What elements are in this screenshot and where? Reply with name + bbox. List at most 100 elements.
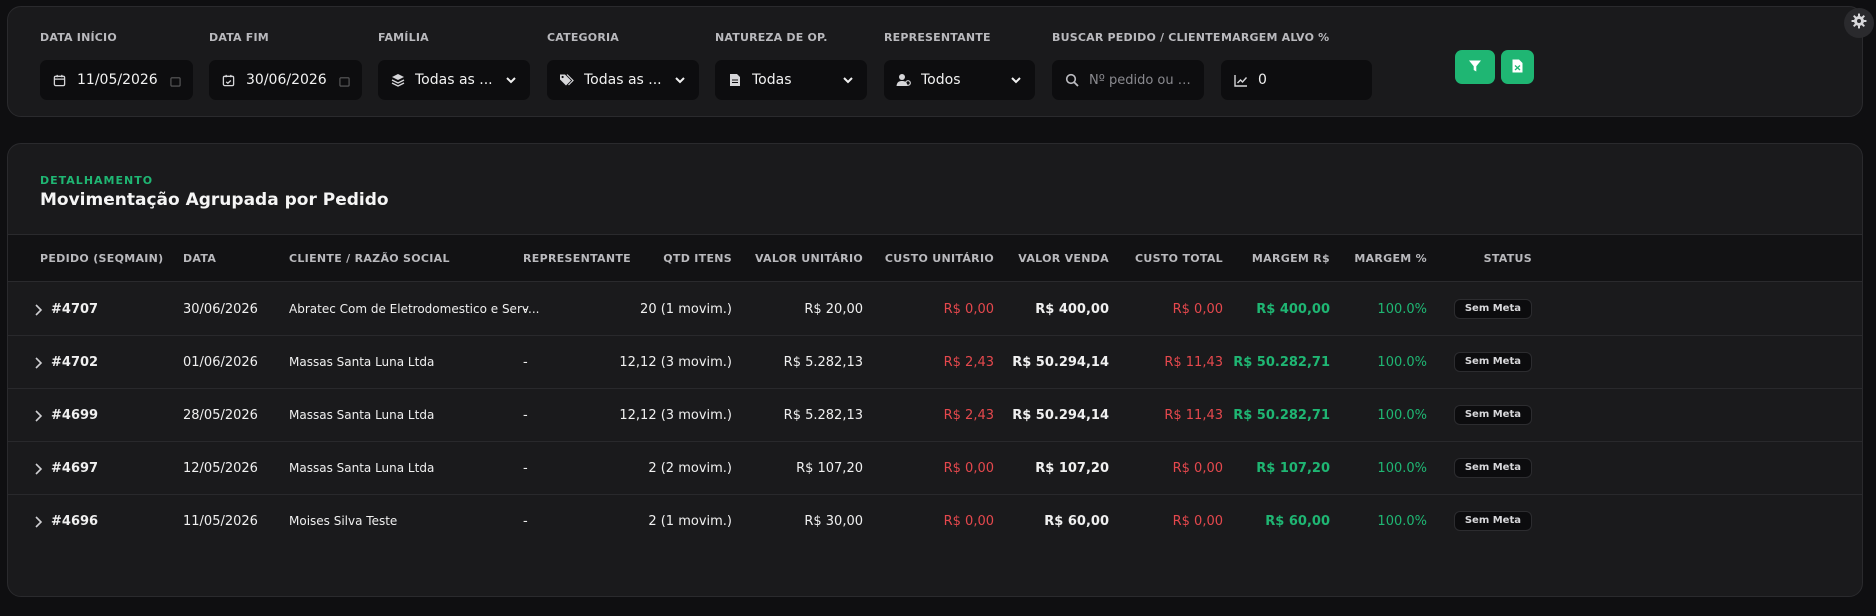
col-custo-total[interactable]: CUSTO TOTAL [1135,235,1223,283]
table-row[interactable]: #4699 28/05/2026 Massas Santa Luna Ltda - 12… [8,389,1862,442]
col-margem-rs[interactable]: MARGEM R$ [1252,235,1330,283]
export-excel-button[interactable] [1501,50,1534,84]
natureza-select[interactable]: Todas [715,60,867,100]
tags-icon [559,73,574,88]
filter-natureza: NATUREZA DE OP. Todas [715,31,867,100]
table-row[interactable]: #4696 11/05/2026 Moises Silva Teste - 2 (1 m… [8,495,1862,548]
cell-custo-total: R$ 0,00 [1172,514,1223,529]
cell-qtd-itens: 12,12 (3 movim.) [619,408,732,423]
familia-value: Todas as ... [415,72,493,88]
cell-valor-unitario: R$ 5.282,13 [783,355,863,370]
data-fim-value: 30/06/2026 [246,72,327,88]
cell-custo-unitario: R$ 0,00 [943,461,994,476]
data-inicio-value: 11/05/2026 [77,72,158,88]
search-icon [1064,73,1079,88]
familia-select[interactable]: Todas as ... [378,60,530,100]
cell-margem-pct: 100.0% [1377,514,1427,529]
cell-custo-unitario: R$ 0,00 [943,514,994,529]
filter-buscar: BUSCAR PEDIDO / CLIENTE Nº pedido ou nom… [1052,31,1221,100]
date-picker-icon[interactable] [170,75,181,87]
col-representante[interactable]: REPRESENTANTE [523,235,631,283]
cell-custo-total: R$ 11,43 [1164,408,1223,423]
table-row[interactable]: #4697 12/05/2026 Massas Santa Luna Ltda - 2 … [8,442,1862,495]
cell-data: 01/06/2026 [183,355,258,370]
cell-pedido: #4696 [51,514,99,529]
col-status[interactable]: STATUS [1484,235,1532,283]
margem-alvo-value: 0 [1258,72,1267,88]
date-picker-icon[interactable] [339,75,350,87]
cell-margem-pct: 100.0% [1377,355,1427,370]
cell-representante: - [523,355,528,370]
chart-line-icon [1233,73,1248,88]
cell-pedido: #4702 [51,355,99,370]
section-title: Movimentação Agrupada por Pedido [40,190,389,210]
cell-data: 12/05/2026 [183,461,258,476]
chevron-right-icon[interactable] [32,408,44,422]
natureza-value: Todas [752,72,792,88]
cell-pedido: #4697 [51,461,99,476]
cell-cliente: Massas Santa Luna Ltda [289,355,435,369]
col-pedido[interactable]: PEDIDO (SEQMAIN) [40,235,164,283]
data-fim-input[interactable]: 30/06/2026 [209,60,362,100]
cell-margem-rs: R$ 60,00 [1265,514,1330,529]
col-valor-unitario[interactable]: VALOR UNITÁRIO [755,235,863,283]
cell-representante: - [523,408,528,423]
table-row[interactable]: #4702 01/06/2026 Massas Santa Luna Ltda - 12… [8,336,1862,389]
margem-alvo-label: MARGEM ALVO % [1221,31,1330,44]
status-badge: Sem Meta [1453,299,1532,319]
cell-margem-pct: 100.0% [1377,408,1427,423]
col-qtd[interactable]: QTD ITENS [663,235,732,283]
buscar-input[interactable]: Nº pedido ou nome... [1052,60,1204,100]
document-icon [727,73,742,88]
settings-button[interactable] [1844,8,1874,38]
data-inicio-input[interactable]: 11/05/2026 [40,60,193,100]
gear-icon [1851,13,1867,33]
col-data[interactable]: DATA [183,235,216,283]
apply-filter-button[interactable] [1455,50,1495,84]
cell-qtd-itens: 2 (1 movim.) [648,514,732,529]
status-badge: Sem Meta [1453,511,1532,531]
calendar-icon [52,73,67,88]
categoria-value: Todas as ... [584,72,662,88]
filter-panel: DATA INÍCIO 11/05/2026 DATA FIM 30/06/20… [7,6,1863,117]
filter-familia: FAMÍLIA Todas as ... [378,31,530,100]
categoria-select[interactable]: Todas as ... [547,60,699,100]
categoria-label: CATEGORIA [547,31,620,44]
data-fim-label: DATA FIM [209,31,269,44]
calendar-check-icon [221,73,236,88]
status-badge: Sem Meta [1453,405,1532,425]
cell-custo-total: R$ 0,00 [1172,302,1223,317]
cell-margem-rs: R$ 50.282,71 [1233,408,1330,423]
chevron-down-icon [504,73,518,87]
margem-alvo-input[interactable]: 0 [1221,60,1372,100]
layers-icon [390,73,405,88]
cell-cliente: Massas Santa Luna Ltda [289,408,435,422]
cell-qtd-itens: 2 (2 movim.) [648,461,732,476]
representante-select[interactable]: Todos [884,60,1035,100]
cell-representante: - [523,302,528,317]
orders-table-card: DETALHAMENTO Movimentação Agrupada por P… [7,143,1863,597]
col-margem-pct[interactable]: MARGEM % [1354,235,1427,283]
chevron-right-icon[interactable] [32,355,44,369]
cell-margem-rs: R$ 50.282,71 [1233,355,1330,370]
table-header: PEDIDO (SEQMAIN) DATA CLIENTE / RAZÃO SO… [8,234,1862,282]
chevron-right-icon[interactable] [32,461,44,475]
col-custo-unitario[interactable]: CUSTO UNITÁRIO [885,235,994,283]
chevron-right-icon[interactable] [32,514,44,528]
filter-margem-alvo: MARGEM ALVO % 0 [1221,31,1372,100]
cell-pedido: #4699 [51,408,99,423]
col-valor-venda[interactable]: VALOR VENDA [1018,235,1109,283]
filter-categoria: CATEGORIA Todas as ... [547,31,699,100]
filter-data-fim: DATA FIM 30/06/2026 [209,31,362,100]
col-cliente[interactable]: CLIENTE / RAZÃO SOCIAL [289,235,450,283]
cell-pedido: #4707 [51,302,99,317]
chevron-right-icon[interactable] [32,302,44,316]
cell-valor-venda: R$ 50.294,14 [1012,408,1109,423]
cell-custo-unitario: R$ 2,43 [943,408,994,423]
chevron-down-icon [841,73,855,87]
data-inicio-label: DATA INÍCIO [40,31,117,44]
cell-valor-unitario: R$ 20,00 [804,302,863,317]
cell-cliente: Massas Santa Luna Ltda [289,461,435,475]
cell-cliente: Moises Silva Teste [289,514,398,528]
table-row[interactable]: #4707 30/06/2026 Abratec Com de Eletrodome… [8,283,1862,336]
